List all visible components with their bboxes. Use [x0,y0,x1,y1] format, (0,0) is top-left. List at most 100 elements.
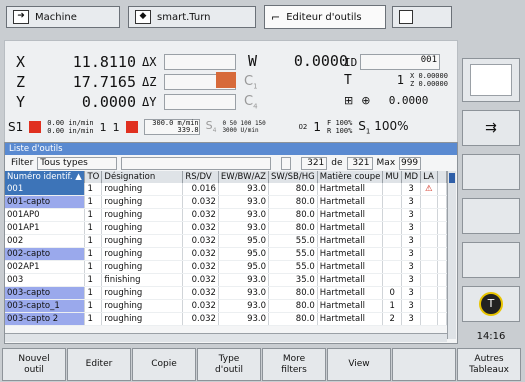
cell-mat: Hartmetall [317,247,384,261]
tool-type-button[interactable]: Type d'outil [197,348,261,381]
horizontal-scrollbar[interactable] [5,333,447,342]
scrollbar-thumb[interactable] [449,173,455,183]
cell-des: roughing [101,183,184,196]
cell-sw: 80.0 [268,208,318,222]
y-delta-label: ΔY [142,95,157,109]
tab-label: Editeur d'outils [286,11,362,23]
x-delta-field [164,54,236,70]
filter-checkbox[interactable] [281,156,292,170]
table-row[interactable]: 003-capto 2 1 roughing 0.032 93.0 80.0 Hartmet… [5,312,447,326]
column-header[interactable] [437,171,447,183]
s1-icon: S1 [8,120,24,134]
cell-des: roughing [101,299,184,313]
override-label: 02 [298,123,308,131]
stop-icon [29,121,42,133]
x-delta-label: ΔX [142,55,157,69]
cell-id: 003 [5,273,86,287]
copy-button[interactable]: Copie [132,348,196,381]
z-position-value: 17.7165 [72,73,136,91]
cell-md: 3 [401,234,422,248]
table-row[interactable]: 002-capto 1 roughing 0.032 95.0 55.0 Hartmetal… [5,247,447,261]
edit-button[interactable]: Editer [67,348,131,381]
spindle-number-2: 1 [112,120,120,134]
cell-la [420,195,438,209]
column-header[interactable]: EW/BW/AZ [218,171,270,183]
cell-la [420,234,438,248]
cell-id: 002AP1 [5,260,86,274]
cell-mu: 2 [382,312,403,326]
z-position-row: Z 17.7165 ΔZ [16,72,236,92]
column-header[interactable]: Désignation [101,171,184,183]
tab-machine[interactable]: ➜ Machine [6,6,120,28]
table-row[interactable]: 001AP1 1 roughing 0.032 93.0 80.0 Hartmetall 3 [5,221,447,235]
x-position-value: 11.8110 [72,53,136,71]
more-filters-button[interactable]: More filters [262,348,326,381]
table-row[interactable]: 003 1 finishing 0.032 93.0 35.0 Hartmetall 3 [5,273,447,287]
table-row[interactable]: 002AP1 1 roughing 0.032 95.0 55.0 Hartmetall 3 [5,260,447,274]
cell-to: 1 [84,234,103,248]
cell-pad [437,183,447,196]
column-header[interactable]: MD [401,171,422,183]
cell-id: 001-capto [5,195,86,209]
list-max: 999 [399,156,422,170]
cell-id: 002 [5,234,86,248]
column-header[interactable]: Numéro identif. ▲ [5,171,86,183]
diamond-arrow-icon: ◆ [135,10,151,24]
table-row[interactable]: 001-capto 1 roughing 0.032 93.0 80.0 Hartmetal… [5,195,447,209]
cell-to: 1 [84,221,103,235]
view-button[interactable]: View [327,348,391,381]
cell-pad [437,221,447,235]
cell-mu [382,273,403,287]
cell-sw: 80.0 [268,183,318,196]
filter-text-field[interactable] [121,156,272,170]
feed-values: 0.00 in/min 0.00 in/min [47,119,94,135]
tool-holder-icon: ⇉ [485,120,497,136]
cell-md: 3 [401,273,422,287]
cell-des: roughing [101,195,184,209]
cell-pad [437,247,447,261]
new-tool-button[interactable]: Nouvel outil [2,348,66,381]
cell-la [420,312,438,326]
cell-sw: 55.0 [268,234,318,248]
side-button-5[interactable] [462,242,520,278]
w-axis-label: W [248,52,258,70]
table-row[interactable]: 003-capto_1 1 roughing 0.032 93.0 80.0 Hartmet… [5,299,447,313]
cell-rs: 0.032 [182,273,219,287]
tool-view-button[interactable] [462,58,520,102]
table-row[interactable]: 002 1 roughing 0.032 95.0 55.0 Hartmetall 3 [5,234,447,248]
other-tables-button[interactable]: Autres Tableaux [457,348,521,381]
filter-select[interactable]: Tous types [37,156,118,170]
vertical-scrollbar[interactable] [447,171,456,339]
tab-smart-turn[interactable]: ◆ smart.Turn [128,6,256,28]
tool-holder-button[interactable]: ⇉ [462,110,520,146]
table-row[interactable]: 001AP0 1 roughing 0.032 93.0 80.0 Hartmetall 3 [5,208,447,222]
column-header[interactable]: TO [84,171,103,183]
cell-sw: 80.0 [268,312,318,326]
cell-des: roughing [101,221,184,235]
side-button-3[interactable] [462,154,520,190]
table-row[interactable]: 003-capto 1 roughing 0.032 93.0 80.0 Hartmetal… [5,286,447,300]
cell-to: 1 [84,260,103,274]
cell-id: 002-capto [5,247,86,261]
column-header[interactable]: LA [420,171,438,183]
tool-t-row: T 1 X 0.00000 Z 0.00000 [344,72,448,88]
cell-mu: 0 [382,286,403,300]
tab-save[interactable] [392,6,452,28]
spindle-row: ⊞ ⊕ 0.0000 [344,94,428,107]
column-header[interactable]: Matière coupe [317,171,384,183]
cell-pad [437,312,447,326]
cell-sw: 80.0 [268,221,318,235]
t-circle-icon: T [479,292,503,316]
pin-button[interactable] [392,348,456,381]
cell-la [420,273,438,287]
cell-md: 3 [401,247,422,261]
column-header[interactable]: RS/DV [182,171,219,183]
table-row[interactable]: 001 1 roughing 0.016 93.0 80.0 Hartmetall 3 ⚠ [5,183,447,196]
y-axis-label: Y [16,93,26,111]
tool-t-button[interactable]: T [462,286,520,322]
side-button-4[interactable] [462,198,520,234]
column-header[interactable]: MU [382,171,403,183]
tab-editeur-outils[interactable]: ⌐ Editeur d'outils [264,5,386,29]
cell-rs: 0.032 [182,221,219,235]
column-header[interactable]: SW/SB/HG [268,171,318,183]
